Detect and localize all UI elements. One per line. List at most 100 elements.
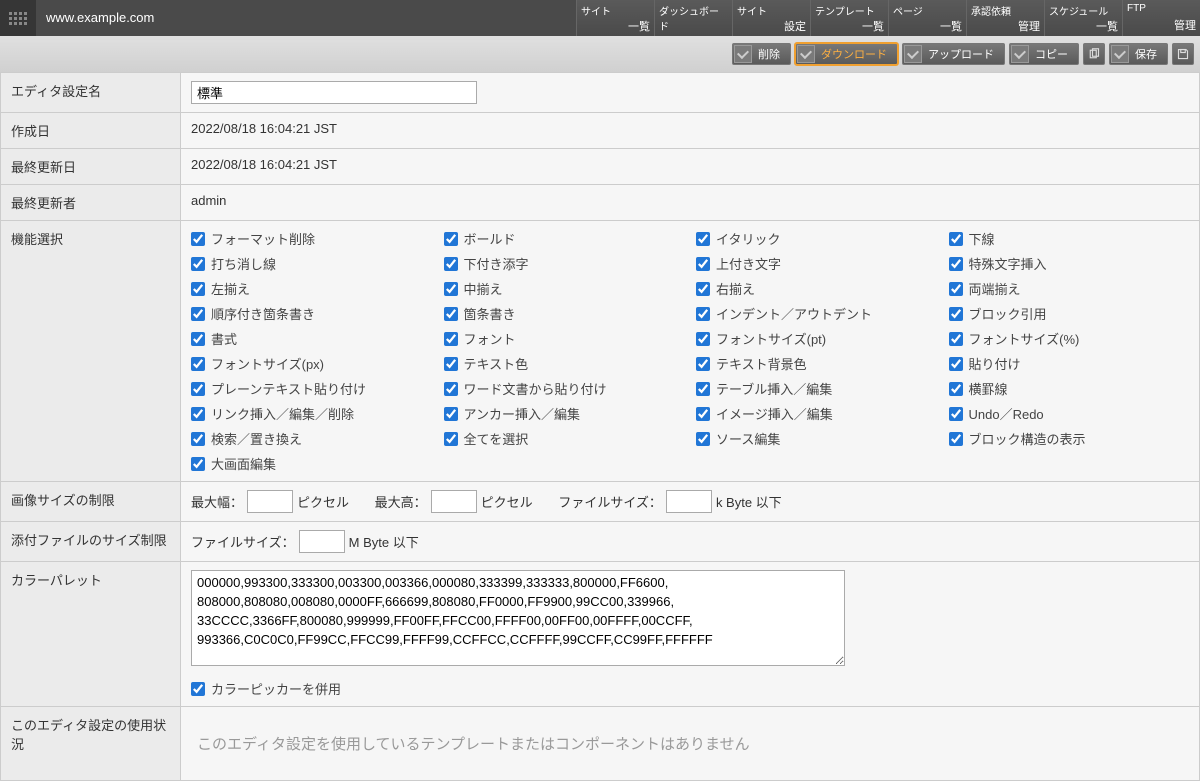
feature-checkbox[interactable]	[949, 232, 963, 246]
feature-item[interactable]: 上付き文字	[696, 254, 937, 273]
feature-item[interactable]: リンク挿入／編集／削除	[191, 404, 432, 423]
feature-item[interactable]: 検索／置き換え	[191, 429, 432, 448]
feature-item[interactable]: 貼り付け	[949, 354, 1190, 373]
feature-checkbox[interactable]	[696, 282, 710, 296]
feature-checkbox[interactable]	[191, 357, 205, 371]
feature-item[interactable]: テーブル挿入／編集	[696, 379, 937, 398]
save-button[interactable]: 保存	[1109, 43, 1168, 65]
feature-checkbox[interactable]	[191, 332, 205, 346]
feature-checkbox[interactable]	[444, 332, 458, 346]
name-input[interactable]	[191, 81, 477, 104]
feature-item[interactable]: アンカー挿入／編集	[444, 404, 685, 423]
feature-item[interactable]: イメージ挿入／編集	[696, 404, 937, 423]
nav-tab-6[interactable]: スケジュール一覧	[1044, 0, 1122, 36]
nav-tab-1[interactable]: ダッシュボード	[654, 0, 732, 36]
feature-checkbox[interactable]	[949, 407, 963, 421]
feature-checkbox[interactable]	[444, 257, 458, 271]
feature-checkbox[interactable]	[191, 432, 205, 446]
feature-item[interactable]: 書式	[191, 329, 432, 348]
feature-item[interactable]: ボールド	[444, 229, 685, 248]
feature-checkbox[interactable]	[191, 282, 205, 296]
feature-item[interactable]: ブロック引用	[949, 304, 1190, 323]
feature-item[interactable]: 下付き添字	[444, 254, 685, 273]
feature-checkbox[interactable]	[696, 382, 710, 396]
feature-checkbox[interactable]	[191, 382, 205, 396]
feature-checkbox[interactable]	[696, 357, 710, 371]
feature-item[interactable]: フォントサイズ(pt)	[696, 329, 937, 348]
feature-checkbox[interactable]	[696, 232, 710, 246]
feature-checkbox[interactable]	[949, 357, 963, 371]
feature-checkbox[interactable]	[696, 257, 710, 271]
feature-checkbox[interactable]	[949, 282, 963, 296]
logo-icon	[9, 12, 27, 25]
maxw-input[interactable]	[247, 490, 293, 513]
nav-tab-5[interactable]: 承認依頼管理	[966, 0, 1044, 36]
feature-item[interactable]: 順序付き箇条書き	[191, 304, 432, 323]
feature-checkbox[interactable]	[444, 232, 458, 246]
download-button[interactable]: ダウンロード	[795, 43, 898, 65]
nav-tab-7[interactable]: FTP管理	[1122, 0, 1200, 36]
feature-item[interactable]: 大画面編集	[191, 454, 432, 473]
feature-checkbox[interactable]	[444, 407, 458, 421]
feature-checkbox[interactable]	[444, 357, 458, 371]
palette-textarea[interactable]	[191, 570, 845, 666]
nav-tab-2[interactable]: サイト設定	[732, 0, 810, 36]
upload-button[interactable]: アップロード	[902, 43, 1005, 65]
feature-checkbox[interactable]	[191, 457, 205, 471]
feature-checkbox[interactable]	[696, 332, 710, 346]
feature-checkbox[interactable]	[444, 282, 458, 296]
feature-checkbox[interactable]	[191, 407, 205, 421]
feature-item[interactable]: Undo／Redo	[949, 404, 1190, 423]
feature-label: ソース編集	[716, 429, 780, 448]
feature-checkbox[interactable]	[444, 382, 458, 396]
feature-item[interactable]: 特殊文字挿入	[949, 254, 1190, 273]
feature-item[interactable]: ソース編集	[696, 429, 937, 448]
feature-checkbox[interactable]	[191, 307, 205, 321]
duplicate-icon-button[interactable]	[1083, 43, 1105, 65]
feature-item[interactable]: 右揃え	[696, 279, 937, 298]
feature-item[interactable]: テキスト色	[444, 354, 685, 373]
feature-item[interactable]: フォントサイズ(%)	[949, 329, 1190, 348]
palette-label: カラーパレット	[1, 562, 181, 707]
feature-checkbox[interactable]	[949, 382, 963, 396]
feature-checkbox[interactable]	[949, 332, 963, 346]
feature-item[interactable]: フォント	[444, 329, 685, 348]
feature-checkbox[interactable]	[949, 432, 963, 446]
feature-item[interactable]: フォーマット削除	[191, 229, 432, 248]
feature-item[interactable]: 左揃え	[191, 279, 432, 298]
feature-item[interactable]: フォントサイズ(px)	[191, 354, 432, 373]
delete-button[interactable]: 削除	[732, 43, 791, 65]
feature-item[interactable]: ワード文書から貼り付け	[444, 379, 685, 398]
nav-tab-3[interactable]: テンプレート一覧	[810, 0, 888, 36]
feature-item[interactable]: 打ち消し線	[191, 254, 432, 273]
feature-item[interactable]: 全てを選択	[444, 429, 685, 448]
nav-tab-4[interactable]: ページ一覧	[888, 0, 966, 36]
feature-item[interactable]: プレーンテキスト貼り付け	[191, 379, 432, 398]
feature-checkbox[interactable]	[444, 307, 458, 321]
feature-item[interactable]: 横罫線	[949, 379, 1190, 398]
feature-item[interactable]: イタリック	[696, 229, 937, 248]
maxh-input[interactable]	[431, 490, 477, 513]
action-bar: 削除 ダウンロード アップロード コピー 保存	[0, 36, 1200, 72]
feature-checkbox[interactable]	[191, 257, 205, 271]
feature-item[interactable]: 下線	[949, 229, 1190, 248]
feature-checkbox[interactable]	[191, 232, 205, 246]
picker-checkbox[interactable]	[191, 682, 205, 696]
attach-filesize-input[interactable]	[299, 530, 345, 553]
copy-button[interactable]: コピー	[1009, 43, 1079, 65]
feature-item[interactable]: 両端揃え	[949, 279, 1190, 298]
feature-checkbox[interactable]	[696, 407, 710, 421]
feature-item[interactable]: 箇条書き	[444, 304, 685, 323]
feature-checkbox[interactable]	[949, 257, 963, 271]
nav-tab-0[interactable]: サイト一覧	[576, 0, 654, 36]
feature-item[interactable]: インデント／アウトデント	[696, 304, 937, 323]
save-icon-button[interactable]	[1172, 43, 1194, 65]
feature-checkbox[interactable]	[696, 307, 710, 321]
feature-checkbox[interactable]	[444, 432, 458, 446]
feature-item[interactable]: テキスト背景色	[696, 354, 937, 373]
filesize-input[interactable]	[666, 490, 712, 513]
feature-checkbox[interactable]	[696, 432, 710, 446]
feature-item[interactable]: 中揃え	[444, 279, 685, 298]
feature-checkbox[interactable]	[949, 307, 963, 321]
feature-item[interactable]: ブロック構造の表示	[949, 429, 1190, 448]
